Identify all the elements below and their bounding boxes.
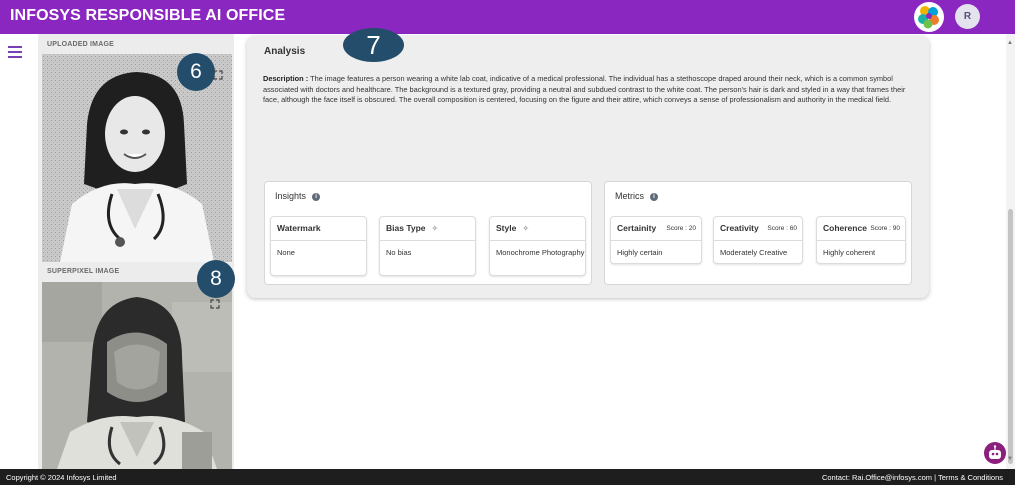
tile-head: Coherence Score : 90 <box>817 217 905 241</box>
tile-head: Certainity Score : 20 <box>611 217 701 241</box>
score-text: Score : 60 <box>767 225 797 232</box>
brand-logo[interactable] <box>914 2 944 32</box>
magic-wand-icon[interactable]: ✧ <box>432 224 439 233</box>
chatbot-button[interactable] <box>984 442 1006 464</box>
insights-title-text: Insights <box>275 191 307 201</box>
metric-tile-creativity: Creativity Score : 60 Moderately Creative <box>713 216 803 264</box>
app-header: INFOSYS RESPONSIBLE AI OFFICE R <box>0 0 1015 34</box>
tile-head: Bias Type ✧ <box>380 217 475 241</box>
page-footer: Copyright © 2024 Infosys Limited Contact… <box>0 469 1015 485</box>
tile-value: None <box>277 248 295 257</box>
superpixel-image-label: SUPERPIXEL IMAGE <box>47 268 120 275</box>
score-text: Score : 20 <box>666 225 696 232</box>
metrics-title-text: Metrics <box>615 191 644 201</box>
tile-value: Moderately Creative <box>720 248 788 257</box>
info-icon[interactable]: i <box>312 193 321 201</box>
scroll-up-arrow-icon[interactable]: ▲ <box>1007 40 1013 46</box>
tile-value: Highly coherent <box>823 248 876 257</box>
scroll-down-arrow-icon[interactable]: ▼ <box>1007 456 1013 462</box>
menu-icon[interactable] <box>8 46 22 58</box>
info-icon[interactable]: i <box>650 193 658 201</box>
copyright-text: Copyright © 2024 Infosys Limited <box>6 473 117 482</box>
contact-link[interactable]: Contact: Rai.Office@infosys.com | Terms … <box>822 473 1003 482</box>
score-text: Score : 90 <box>870 225 900 232</box>
tile-head-text: Creativity <box>720 223 759 233</box>
magic-wand-icon[interactable]: ✧ <box>522 224 529 233</box>
tile-value: Monochrome Photography <box>496 248 585 257</box>
metric-tile-certainity: Certainity Score : 20 Highly certain <box>610 216 702 264</box>
tile-head: Style ✧ <box>490 217 585 241</box>
expand-icon[interactable] <box>213 67 223 80</box>
app-title: INFOSYS RESPONSIBLE AI OFFICE <box>10 7 286 24</box>
insight-tile-watermark: Watermark None <box>270 216 367 276</box>
tile-head: Creativity Score : 60 <box>714 217 802 241</box>
tile-head: Watermark <box>271 217 366 241</box>
insights-title: Insights i <box>275 191 321 201</box>
insight-tile-style: Style ✧ Monochrome Photography <box>489 216 586 276</box>
tile-value: No bias <box>386 248 412 257</box>
tile-head-text: Certainity <box>617 223 657 233</box>
metrics-title: Metrics i <box>615 191 658 201</box>
superpixel-image <box>42 282 232 469</box>
metric-tile-coherence: Coherence Score : 90 Highly coherent <box>816 216 906 264</box>
insight-tile-bias-type: Bias Type ✧ No bias <box>379 216 476 276</box>
step-badge-7: 7 <box>343 28 404 62</box>
tile-head-text: Bias Type <box>386 223 426 233</box>
step-badge-8: 8 <box>197 260 235 298</box>
page-scrollbar[interactable]: ▲ ▼ <box>1006 34 1015 469</box>
description-label: Description : <box>263 74 309 83</box>
chatbot-icon <box>989 445 1001 459</box>
user-avatar[interactable]: R <box>955 4 980 29</box>
uploaded-image-label: UPLOADED IMAGE <box>47 41 114 48</box>
step-badge-6: 6 <box>177 53 215 91</box>
analysis-description: Description : The image features a perso… <box>263 74 913 106</box>
analysis-title: Analysis <box>264 46 306 57</box>
description-text: The image features a person wearing a wh… <box>263 74 906 105</box>
scroll-thumb[interactable] <box>1008 209 1013 464</box>
tile-value: Highly certain <box>617 248 663 257</box>
tile-head-text: Style <box>496 223 517 233</box>
tile-head-text: Coherence <box>823 223 867 233</box>
expand-icon[interactable] <box>210 296 220 309</box>
